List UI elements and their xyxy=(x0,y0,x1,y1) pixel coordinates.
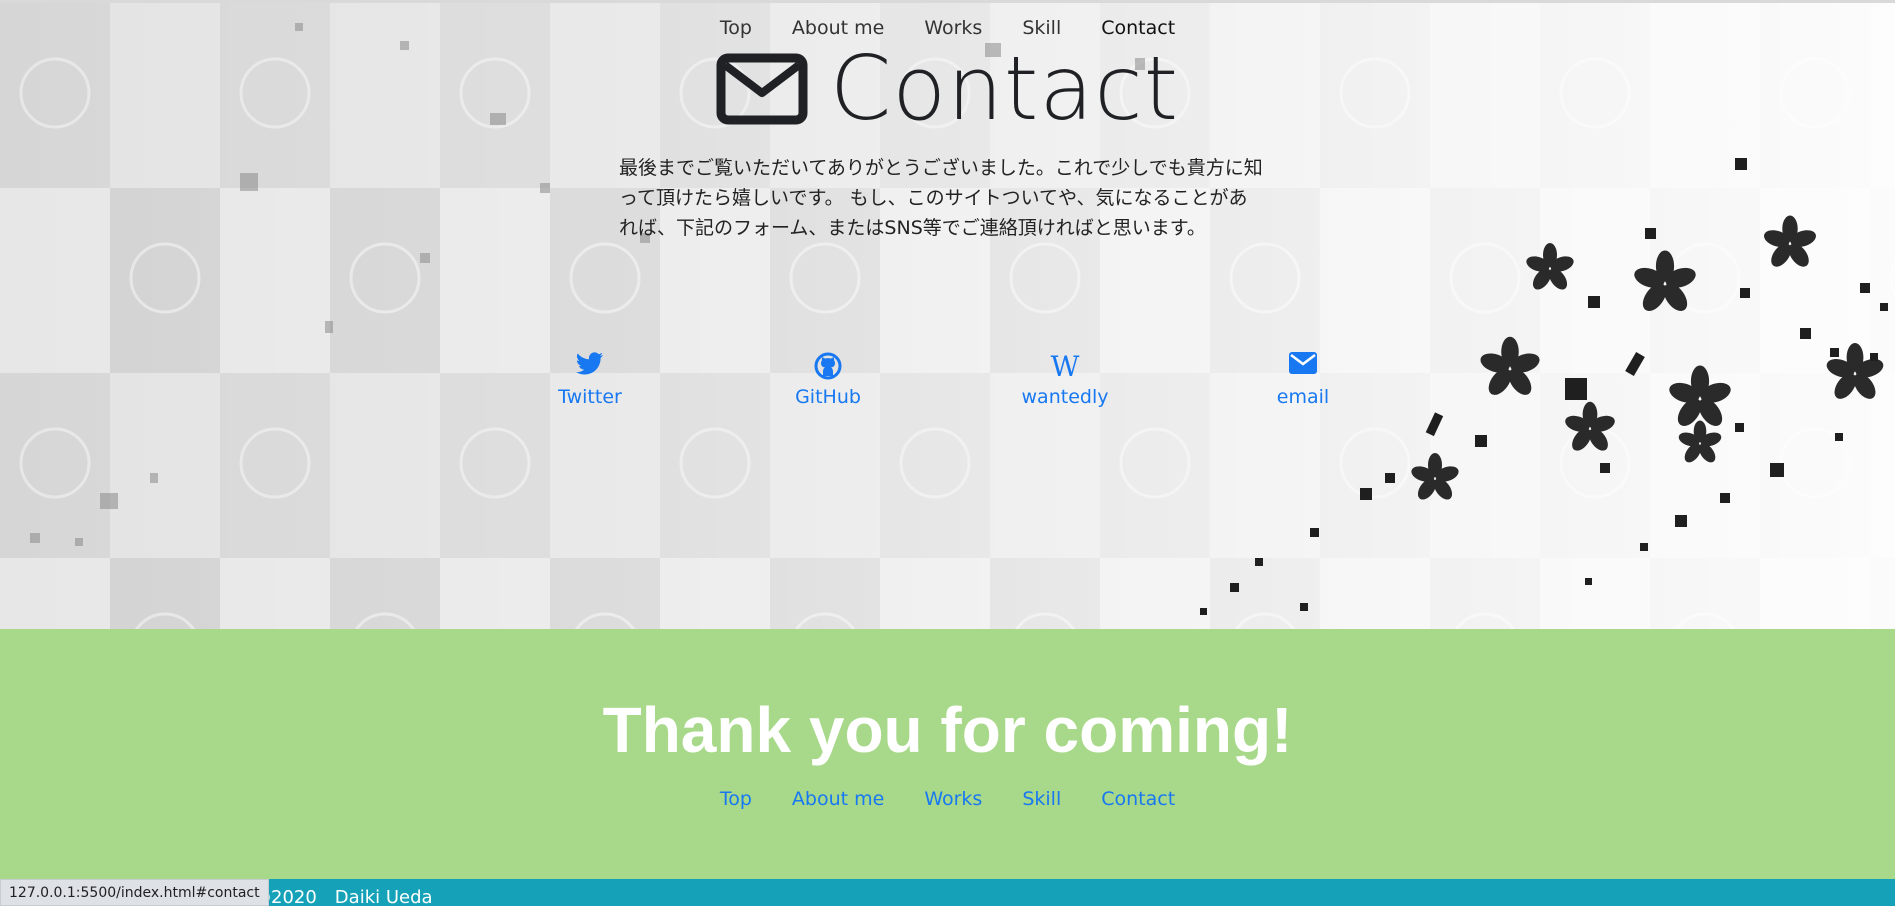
wikipedia-w-icon: W xyxy=(1050,350,1080,383)
twitter-link[interactable]: Twitter xyxy=(520,352,660,408)
twitter-icon xyxy=(520,352,660,382)
github-label: GitHub xyxy=(795,386,861,408)
contact-heading: Contact xyxy=(0,45,1895,133)
footer-nav: Top About me Works Skill Contact xyxy=(0,788,1895,810)
footer-nav-skill-link[interactable]: Skill xyxy=(1022,788,1061,810)
github-icon xyxy=(758,352,898,382)
footer-nav-top-link[interactable]: Top xyxy=(720,788,752,810)
nav-skill-link[interactable]: Skill xyxy=(1022,17,1061,39)
envelope-icon xyxy=(716,53,808,125)
footer-nav-contact-link[interactable]: Contact xyxy=(1101,788,1175,810)
email-link[interactable]: email xyxy=(1233,352,1373,408)
thanks-heading: Thank you for coming! xyxy=(602,694,1293,766)
envelope-icon xyxy=(1233,352,1373,382)
twitter-label: Twitter xyxy=(558,386,622,408)
contact-intro: 最後までご覧いただいてありがとうございました。これで少しでも貴方に知って頂けたら… xyxy=(619,157,1263,239)
copyright-text: @2020 Daiki Ueda xyxy=(253,887,433,908)
email-label: email xyxy=(1276,386,1330,408)
nav-top-link[interactable]: Top xyxy=(720,17,752,39)
footer-nav-works-link[interactable]: Works xyxy=(924,788,982,810)
wantedly-label: wantedly xyxy=(1021,386,1109,408)
nav-contact-link[interactable]: Contact xyxy=(1101,17,1175,39)
nav-works-link[interactable]: Works xyxy=(924,17,982,39)
wantedly-link[interactable]: W wantedly xyxy=(995,350,1135,409)
browser-top-edge xyxy=(0,0,1895,3)
status-bar-url: 127.0.0.1:5500/index.html#contact xyxy=(0,879,269,906)
footer-nav-about-link[interactable]: About me xyxy=(792,788,884,810)
page-title: Contact xyxy=(829,37,1180,140)
github-link[interactable]: GitHub xyxy=(758,352,898,408)
top-nav: Top About me Works Skill Contact xyxy=(0,17,1895,39)
nav-about-link[interactable]: About me xyxy=(792,17,884,39)
